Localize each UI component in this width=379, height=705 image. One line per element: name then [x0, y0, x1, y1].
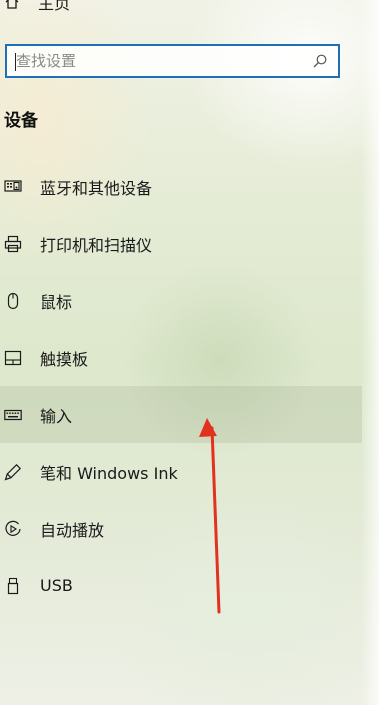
sidebar-item-touchpad[interactable]: 触摸板 [0, 329, 362, 386]
sidebar-item-usb[interactable]: USB [0, 557, 362, 614]
sidebar-item-autoplay[interactable]: 自动播放 [0, 500, 362, 557]
sidebar-item-typing[interactable]: 输入 [0, 386, 362, 443]
section-title: 设备 [4, 111, 38, 131]
sidebar-item-pen-ink[interactable]: 笔和 Windows Ink [0, 443, 362, 500]
sidebar-item-printers[interactable]: 打印机和扫描仪 [0, 215, 362, 272]
sidebar-item-label: 触摸板 [40, 349, 89, 369]
search-input[interactable] [7, 47, 312, 75]
sidebar-nav: 蓝牙和其他设备 打印机和扫描仪 鼠标 触摸板 输入 笔和 Windows Ink… [0, 158, 362, 614]
pen-icon [4, 463, 22, 480]
sidebar-item-label: 自动播放 [40, 520, 105, 540]
sidebar-item-label: 笔和 Windows Ink [40, 463, 178, 483]
sidebar-item-label: 蓝牙和其他设备 [40, 178, 153, 198]
sidebar-item-label: 打印机和扫描仪 [40, 235, 153, 255]
search-box[interactable] [5, 44, 340, 78]
sidebar-item-label: 鼠标 [40, 292, 73, 312]
home-label: 主页 [38, 0, 71, 13]
usb-icon [7, 577, 19, 594]
keyboard-icon [4, 409, 22, 420]
mouse-icon [7, 292, 19, 309]
bluetooth-devices-icon [4, 179, 22, 192]
window-edge [361, 0, 379, 705]
sidebar-item-label: 输入 [40, 406, 73, 426]
sidebar-item-label: USB [40, 576, 73, 595]
sidebar-item-bluetooth[interactable]: 蓝牙和其他设备 [0, 158, 362, 215]
search-icon[interactable] [312, 53, 328, 69]
sidebar-item-mouse[interactable]: 鼠标 [0, 272, 362, 329]
home-link[interactable]: 主页 [4, 0, 70, 16]
autoplay-icon [5, 520, 21, 536]
home-icon [5, 0, 19, 9]
text-cursor [15, 53, 16, 71]
touchpad-icon [4, 350, 22, 365]
printer-icon [4, 235, 22, 252]
